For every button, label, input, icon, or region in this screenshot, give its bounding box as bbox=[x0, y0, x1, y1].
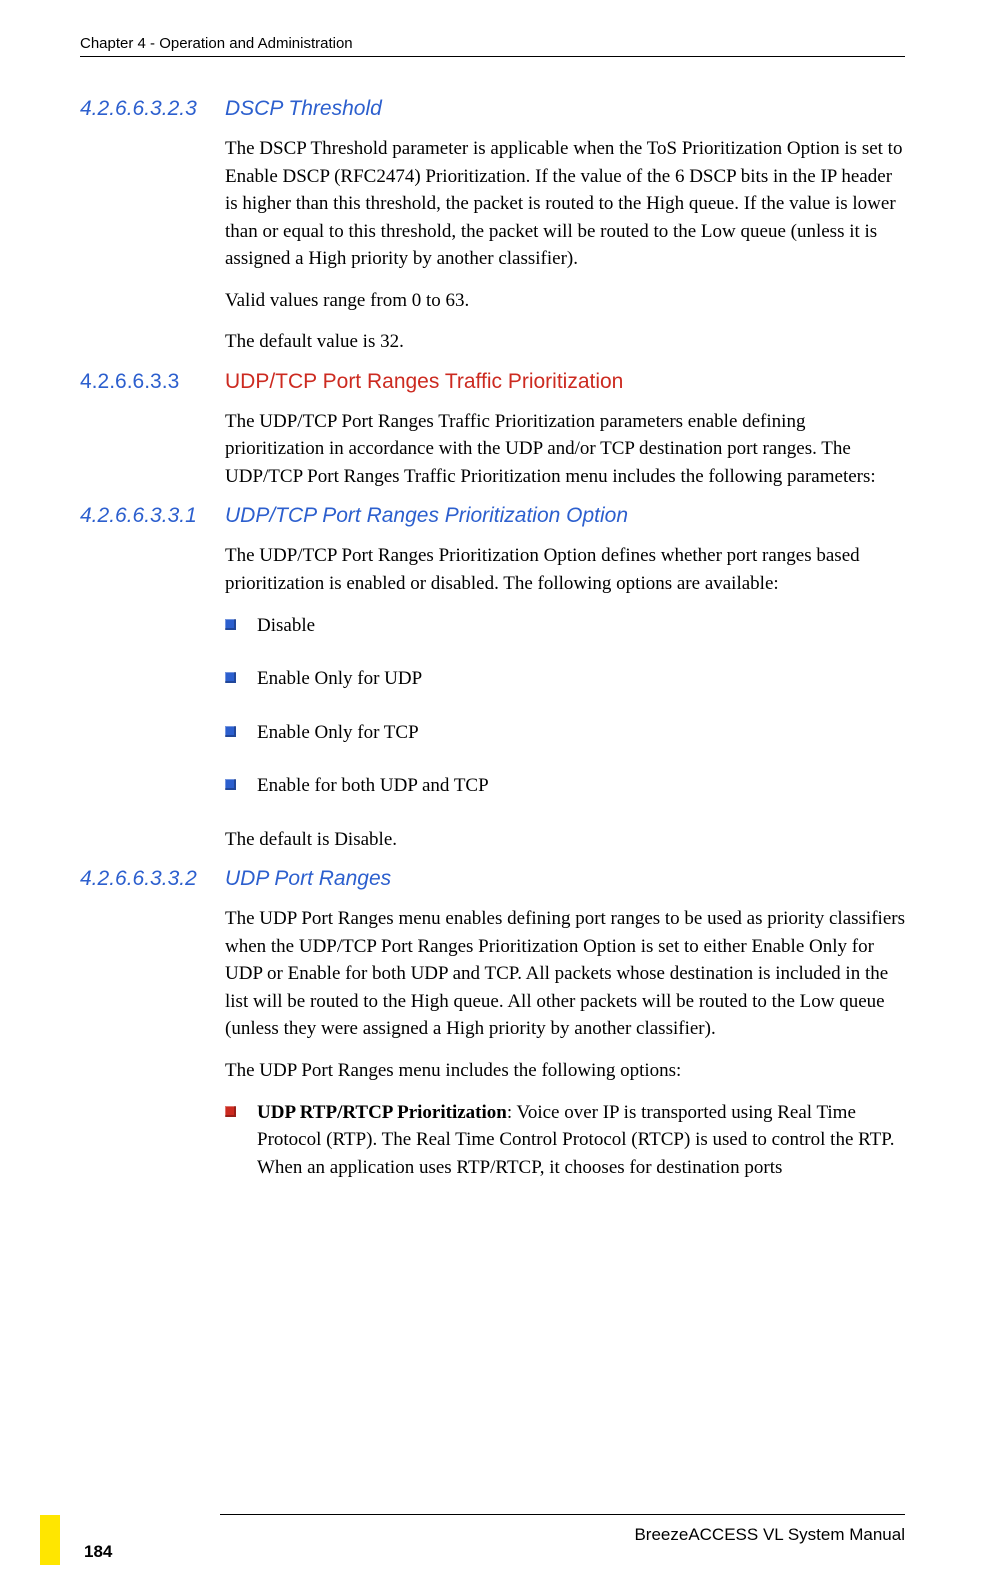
section-title: UDP/TCP Port Ranges Prioritization Optio… bbox=[225, 504, 628, 528]
paragraph: The UDP Port Ranges menu enables definin… bbox=[225, 905, 905, 1043]
list-item: Enable Only for UDP bbox=[225, 665, 905, 693]
section-title: UDP/TCP Port Ranges Traffic Prioritizati… bbox=[225, 370, 623, 394]
page-footer: BreezeACCESS VL System Manual bbox=[80, 1514, 905, 1545]
section-heading-udp-port-ranges: 4.2.6.6.3.3.2UDP Port Ranges bbox=[80, 867, 905, 891]
section-heading-dscp-threshold: 4.2.6.6.3.2.3DSCP Threshold bbox=[80, 97, 905, 121]
list-item: Disable bbox=[225, 612, 905, 640]
footer-rule bbox=[220, 1514, 905, 1515]
section-number: 4.2.6.6.3.3 bbox=[80, 370, 225, 394]
paragraph: The DSCP Threshold parameter is applicab… bbox=[225, 135, 905, 273]
paragraph: The UDP/TCP Port Ranges Traffic Prioriti… bbox=[225, 408, 905, 491]
page-header: Chapter 4 - Operation and Administration bbox=[80, 35, 905, 57]
paragraph: The UDP/TCP Port Ranges Prioritization O… bbox=[225, 542, 905, 597]
paragraph: Valid values range from 0 to 63. bbox=[225, 287, 905, 315]
paragraph: The default is Disable. bbox=[225, 826, 905, 854]
section-number: 4.2.6.6.3.3.2 bbox=[80, 867, 225, 891]
list-item: Enable Only for TCP bbox=[225, 719, 905, 747]
page-number: 184 bbox=[84, 1542, 112, 1561]
page-content: 4.2.6.6.3.2.3DSCP Threshold The DSCP Thr… bbox=[80, 97, 905, 1181]
list-item: UDP RTP/RTCP Prioritization: Voice over … bbox=[225, 1099, 905, 1182]
section-number: 4.2.6.6.3.3.1 bbox=[80, 504, 225, 528]
section-heading-udp-tcp-prioritization: 4.2.6.6.3.3UDP/TCP Port Ranges Traffic P… bbox=[80, 370, 905, 394]
option-list: UDP RTP/RTCP Prioritization: Voice over … bbox=[225, 1099, 905, 1182]
page-number-box: 184 bbox=[60, 1542, 112, 1562]
option-list: Disable Enable Only for UDP Enable Only … bbox=[225, 612, 905, 800]
paragraph: The default value is 32. bbox=[225, 328, 905, 356]
paragraph: The UDP Port Ranges menu includes the fo… bbox=[225, 1057, 905, 1085]
list-item-bold: UDP RTP/RTCP Prioritization bbox=[257, 1102, 507, 1123]
list-item: Enable for both UDP and TCP bbox=[225, 772, 905, 800]
section-title: UDP Port Ranges bbox=[225, 867, 391, 891]
manual-name: BreezeACCESS VL System Manual bbox=[80, 1525, 905, 1545]
yellow-tab bbox=[40, 1515, 60, 1565]
section-number: 4.2.6.6.3.2.3 bbox=[80, 97, 225, 121]
section-heading-prioritization-option: 4.2.6.6.3.3.1UDP/TCP Port Ranges Priorit… bbox=[80, 504, 905, 528]
section-title: DSCP Threshold bbox=[225, 97, 382, 121]
